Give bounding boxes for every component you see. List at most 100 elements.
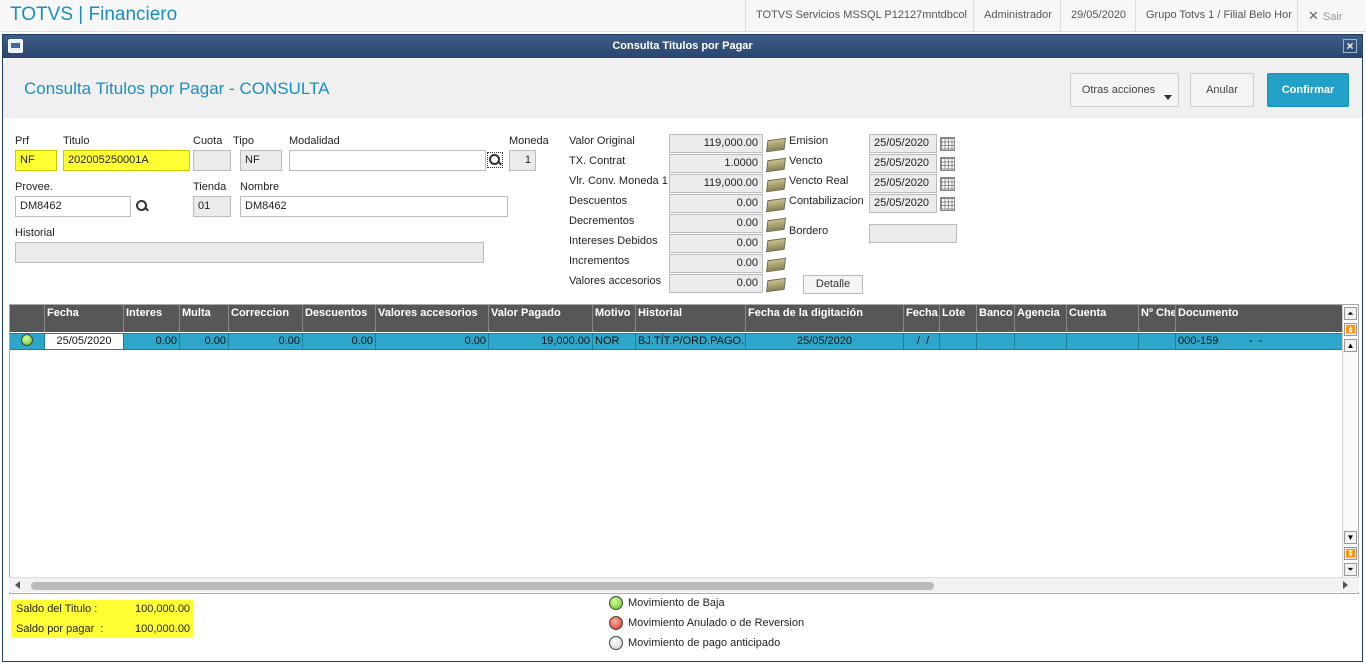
emision-field[interactable]: 25/05/2020 [869,134,937,153]
vlr-conv-label: Vlr. Conv. Moneda 1 [569,175,668,187]
green-status-icon [609,596,623,610]
scroll-page-down-icon[interactable]: ⏬ [1344,547,1357,560]
grid-horizontal-scrollbar[interactable] [9,577,1359,592]
prf-field[interactable]: NF [15,150,57,171]
intereses-field[interactable]: 0.00 [669,234,763,253]
scroll-down-icon[interactable]: ▼ [1344,531,1357,544]
correccion-cell[interactable]: 0.00 [229,333,303,350]
movements-grid[interactable]: Fecha Interes Multa Correccion Descuento… [9,304,1359,594]
scroll-top-icon[interactable]: ⏶ [1344,307,1357,320]
agencia-cell[interactable] [1015,333,1067,350]
detalle-button[interactable]: Detalle [803,275,863,294]
incrementos-field[interactable]: 0.00 [669,254,763,273]
moneda-field[interactable]: 1 [509,150,536,171]
horizontal-scroll-thumb[interactable] [31,582,934,590]
bordero-field[interactable] [869,224,957,243]
modalidad-field[interactable] [289,150,486,171]
valor-original-field[interactable]: 119,000.00 [669,134,763,153]
app-brand: TOTVS | Financiero [10,4,178,25]
tienda-label: Tienda [193,181,227,193]
incrementos-label: Incrementos [569,255,630,267]
grid-vertical-scrollbar[interactable]: ⏶ ⏫ ▲ ▼ ⏬ ⏷ [1342,305,1358,593]
grid-header-fecha2[interactable]: Fecha [904,305,940,332]
scroll-right-icon[interactable] [1343,581,1348,589]
cancel-button[interactable]: Anular [1190,73,1254,107]
calendar-icon[interactable] [940,157,955,171]
grid-header-accesorios[interactable]: Valores accesorios [376,305,489,332]
grid-header-fecha[interactable]: Fecha [45,305,124,332]
exit-button[interactable]: ✕ Sair [1297,0,1366,31]
provee-search-icon[interactable] [135,199,149,213]
interes-cell[interactable]: 0.00 [124,333,180,350]
money-icon[interactable] [765,277,787,293]
calendar-icon[interactable] [940,137,955,151]
money-icon[interactable] [765,237,787,253]
motivo-cell[interactable]: NOR [593,333,636,350]
cheque-cell[interactable] [1139,333,1176,350]
money-icon[interactable] [765,177,787,193]
grid-header-status[interactable] [10,305,45,332]
scroll-page-up-icon[interactable]: ⏫ [1344,323,1357,336]
tx-contrat-field[interactable]: 1.0000 [669,154,763,173]
tienda-field[interactable]: 01 [193,196,231,217]
nombre-field[interactable]: DM8462 [240,196,508,217]
money-icon[interactable] [765,257,787,273]
grid-header-lote[interactable]: Lote [940,305,977,332]
grid-header-correccion[interactable]: Correccion [229,305,303,332]
titulo-field[interactable]: 202005250001A [63,150,190,171]
grid-header-documento[interactable]: Documento [1176,305,1343,332]
vencto-real-field[interactable]: 25/05/2020 [869,174,937,193]
cuota-field[interactable] [193,150,231,171]
vlr-conv-field[interactable]: 119,000.00 [669,174,763,193]
grid-header-multa[interactable]: Multa [180,305,229,332]
fecha-digitacion-cell[interactable]: 25/05/2020 [746,333,904,350]
grid-header-cheque[interactable]: Nº Che [1139,305,1176,332]
money-icon[interactable] [765,137,787,153]
multa-cell[interactable]: 0.00 [180,333,229,350]
grid-header-interes[interactable]: Interes [124,305,180,332]
branch-info: Grupo Totvs 1 / Filial Belo Hor [1135,0,1302,31]
fecha-cell[interactable]: 25/05/2020 [45,333,124,350]
lote-cell[interactable] [940,333,977,350]
historial-field[interactable] [15,242,484,263]
other-actions-button[interactable]: Otras acciones [1070,73,1179,107]
descuentos-field[interactable]: 0.00 [669,194,763,213]
accesorios-cell[interactable]: 0.00 [376,333,489,350]
descuentos-cell[interactable]: 0.00 [303,333,376,350]
calendar-icon[interactable] [940,197,955,211]
window-title: Consulta Titulos por Pagar [612,40,753,52]
grid-header-descuentos[interactable]: Descuentos [303,305,376,332]
valor-pagado-cell[interactable]: 19,000.00 [489,333,593,350]
cuenta-cell[interactable] [1067,333,1139,350]
accesorios-field[interactable]: 0.00 [669,274,763,293]
vencto-field[interactable]: 25/05/2020 [869,154,937,173]
banco-cell[interactable] [977,333,1015,350]
grid-header-historial[interactable]: Historial [636,305,746,332]
money-icon[interactable] [765,197,787,213]
scroll-up-icon[interactable]: ▲ [1344,339,1357,352]
modalidad-search-icon[interactable] [487,152,503,168]
grid-header-banco[interactable]: Banco [977,305,1015,332]
window-close-button[interactable]: × [1343,39,1357,53]
status-cell[interactable] [10,333,45,350]
confirm-button[interactable]: Confirmar [1267,73,1349,107]
scroll-left-icon[interactable] [15,581,20,589]
grid-header-fecha-digitacion[interactable]: Fecha de la digitación [746,305,904,332]
money-icon[interactable] [765,157,787,173]
table-row[interactable]: 25/05/2020 0.00 0.00 0.00 0.00 0.00 19,0… [10,333,1343,350]
grid-header-cuenta[interactable]: Cuenta [1067,305,1139,332]
grid-header-agencia[interactable]: Agencia [1015,305,1067,332]
grid-header-valor-pagado[interactable]: Valor Pagado [489,305,593,332]
provee-field[interactable]: DM8462 [15,196,131,217]
titulo-label: Titulo [63,135,90,147]
money-icon[interactable] [765,217,787,233]
fecha2-cell[interactable]: / / [904,333,940,350]
contab-field[interactable]: 25/05/2020 [869,194,937,213]
documento-cell[interactable]: 000-159 - - [1176,333,1343,350]
tipo-field[interactable]: NF [240,150,282,171]
scroll-bottom-icon[interactable]: ⏷ [1344,563,1357,576]
grid-header-motivo[interactable]: Motivo [593,305,636,332]
decrementos-field[interactable]: 0.00 [669,214,763,233]
calendar-icon[interactable] [940,177,955,191]
historial-cell[interactable]: BJ.TÍT.P/ORD.PAGO. [636,333,746,350]
